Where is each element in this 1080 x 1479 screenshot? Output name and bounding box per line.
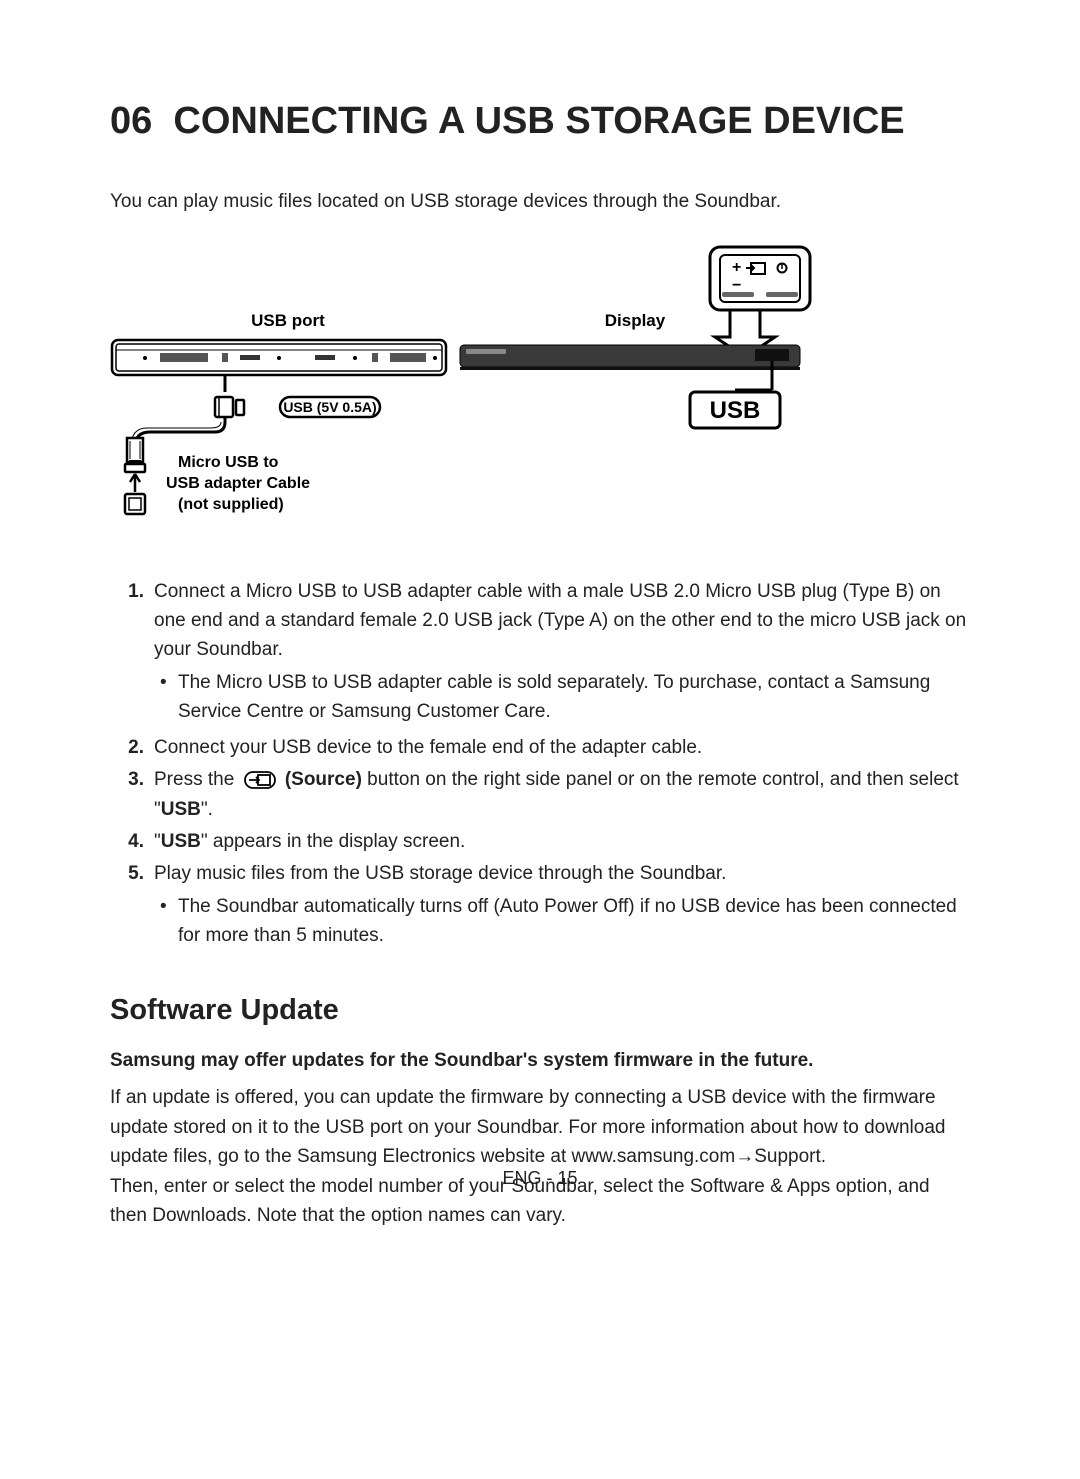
step-number: 1. [110,577,154,730]
step-number: 4. [110,827,154,856]
soundbar-underside [112,340,446,375]
step-5: Play music files from the USB storage de… [154,859,970,953]
source-icon [244,771,276,789]
usb-5v-label: USB (5V 0.5A) [283,399,376,415]
usb-callout: USB [690,361,780,428]
cable-and-port: USB (5V 0.5A) [125,375,380,514]
step-1-bullet: The Micro USB to USB adapter cable is so… [154,668,970,727]
usb-badge: USB [710,397,761,424]
svg-text:−: − [732,277,741,294]
step-number: 3. [110,765,154,824]
connection-diagram: + − USB port Display [110,242,970,547]
step-3: Press the (Source) button on the right s… [154,765,970,824]
cable-label-2: USB adapter Cable [166,475,310,492]
software-update-body-1: If an update is offered, you can update … [110,1083,970,1171]
cable-label-1: Micro USB to [178,454,279,471]
software-update-heading: Software Update [110,994,970,1027]
step-number: 2. [110,733,154,762]
step-4: "USB" appears in the display screen. [154,827,970,856]
step-1: Connect a Micro USB to USB adapter cable… [154,577,970,730]
page-footer: ENG - 15 [0,1168,1080,1189]
display-label: Display [605,311,666,330]
step-number: 5. [110,859,154,953]
soundbar-front [460,345,800,370]
step-5-bullet: The Soundbar automatically turns off (Au… [154,892,970,951]
software-update-lead: Samsung may offer updates for the Soundb… [110,1047,970,1076]
step-2: Connect your USB device to the female en… [154,733,970,762]
intro-paragraph: You can play music files located on USB … [110,188,970,217]
usb-port-label: USB port [251,311,325,330]
cable-label-3: (not supplied) [178,496,284,513]
instruction-steps: 1. Connect a Micro USB to USB adapter ca… [110,577,970,954]
page-heading: 06 CONNECTING A USB STORAGE DEVICE [110,100,970,143]
heading-title: CONNECTING A USB STORAGE DEVICE [173,100,904,142]
remote-control-illustration: + − [710,247,810,357]
svg-text:+: + [732,259,741,276]
heading-number: 06 [110,100,152,142]
